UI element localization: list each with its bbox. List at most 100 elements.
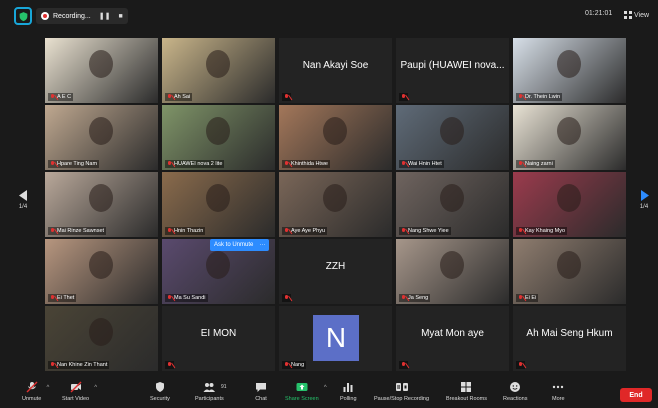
participant-name-text: Kay Khaing Myo [525,228,566,234]
security-shield-icon[interactable] [14,7,32,25]
participant-name-label: Hpare Ting Nam [48,160,100,168]
participant-name-label [165,361,174,369]
participant-tile[interactable]: EI MON [162,306,275,371]
recording-dot-icon [41,12,49,20]
participant-tile[interactable]: Khinthida Htwe [279,105,392,170]
participant-tile[interactable]: Nang Shwe Yiee [396,172,509,237]
participant-tile[interactable]: Paupi (HUAWEI nova... [396,38,509,103]
participant-silhouette [89,184,113,212]
participant-silhouette [323,117,347,145]
participant-tile[interactable]: Nan Akayi Soe [279,38,392,103]
chat-bubble-icon [256,383,266,392]
ask-to-unmute-popup[interactable]: Ask to Unmute ··· [210,239,270,251]
participant-name-label: Kay Khaing Myo [516,227,568,235]
participant-name-label: Naing zarni [516,160,555,168]
muted-mic-icon [401,295,406,301]
ask-to-unmute-button[interactable]: Ask to Unmute [214,242,253,248]
page-indicator-right: 1/4 [639,204,649,210]
participant-name-text: Ei Thet [57,295,75,301]
participant-name-text: Ei Ei [525,295,537,301]
reactions-button[interactable]: Reactions [503,381,527,402]
breakout-rooms-icon [461,382,472,392]
participant-tile[interactable]: Aye Aye Phyu [279,172,392,237]
chevron-left-icon [18,190,27,201]
participant-name-text: Dr. Thein Lwin [525,94,561,100]
video-off-icon [70,381,82,393]
breakout-rooms-label: Breakout Rooms [446,396,487,402]
video-options-caret-icon[interactable]: ^ [94,385,97,391]
participants-button[interactable]: Participants 91 [195,381,227,402]
polling-button[interactable]: Polling [340,381,357,402]
participant-tile[interactable]: Ei Ei [513,239,626,304]
participant-display-name: Paupi (HUAWEI nova... [400,60,505,71]
participant-tile[interactable]: Ah Sai [162,38,275,103]
participant-tile[interactable]: ZZH [279,239,392,304]
participant-name-label [282,93,291,101]
participant-display-name: EI MON [200,328,237,339]
polling-label: Polling [340,396,357,402]
tile-more-options-button[interactable]: ··· [259,242,265,248]
muted-mic-icon [167,362,172,368]
participant-name-label: Ei Thet [48,294,77,302]
participant-tile[interactable]: Ah Mai Seng Hkum [513,306,626,371]
muted-mic-icon [50,295,55,301]
muted-mic-icon [401,362,406,368]
participant-name-text: Ma Su Sandi [174,295,206,301]
previous-page-button[interactable]: 1/4 [12,182,34,218]
participants-label: Participants [195,396,224,402]
next-page-button[interactable]: 1/4 [633,182,655,218]
pause-stop-icon [395,383,408,391]
participant-tile[interactable]: N Nang [279,306,392,371]
muted-mic-icon [401,94,406,100]
participant-tile[interactable]: Myat Mon aye [396,306,509,371]
grid-view-icon [624,11,632,19]
stop-recording-button[interactable]: ■ [118,13,122,20]
pause-stop-recording-button[interactable]: Pause/Stop Recording [374,381,429,402]
participant-name-label: Nang Shwe Yiee [399,227,451,235]
view-button[interactable]: View [624,8,649,22]
participant-name-text: Khinthida Htwe [291,161,328,167]
muted-mic-icon [518,362,523,368]
participant-tile[interactable]: Hpare Ting Nam [45,105,158,170]
participant-display-name: Ah Mai Seng Hkum [526,328,613,339]
muted-mic-icon [50,362,55,368]
more-label: More [552,396,565,402]
participant-name-label: HUAWEI nova 2 lite [165,160,225,168]
meeting-timer: 01:21:01 [585,10,613,17]
muted-mic-icon [167,161,172,167]
participant-silhouette [440,251,464,279]
participant-name-label [399,361,408,369]
muted-mic-icon [50,94,55,100]
pause-stop-recording-label: Pause/Stop Recording [374,396,430,402]
participant-tile[interactable]: Wai Hnin Htet [396,105,509,170]
participant-name-text: Hpare Ting Nam [57,161,98,167]
share-screen-button[interactable]: Share Screen ^ [285,381,327,402]
more-dots-icon [553,385,564,389]
participant-silhouette [323,184,347,212]
pause-recording-button[interactable]: ❚❚ [99,12,111,20]
participant-tile[interactable]: Mai Rinze Sawnset [45,172,158,237]
participant-tile[interactable]: Kay Khaing Myo [513,172,626,237]
participant-tile[interactable]: Naing zarni [513,105,626,170]
share-screen-label: Share Screen [285,396,319,402]
security-button[interactable]: Security [150,381,170,402]
participant-tile[interactable]: HUAWEI nova 2 lite [162,105,275,170]
participant-tile[interactable]: Nan Khine Zin Thant [45,306,158,371]
share-options-caret-icon[interactable]: ^ [324,385,327,391]
unmute-button[interactable]: Unmute ^ [22,381,49,402]
participant-silhouette [557,184,581,212]
chat-button[interactable]: Chat [255,381,267,402]
end-meeting-button[interactable]: End [620,388,652,402]
chat-label: Chat [255,396,267,402]
participant-tile[interactable]: Dr. Thein Lwin [513,38,626,103]
start-video-button[interactable]: Start Video ^ [62,381,97,402]
participant-silhouette [206,184,230,212]
breakout-rooms-button[interactable]: Breakout Rooms [446,381,487,402]
participant-tile[interactable]: A E C [45,38,158,103]
participant-tile[interactable]: Ei Thet [45,239,158,304]
participant-tile[interactable]: Hnin Thazin [162,172,275,237]
audio-options-caret-icon[interactable]: ^ [46,385,49,391]
more-button[interactable]: More [552,381,565,402]
participant-tile[interactable]: Ja Seng [396,239,509,304]
participant-name-text: Nang [291,362,305,368]
